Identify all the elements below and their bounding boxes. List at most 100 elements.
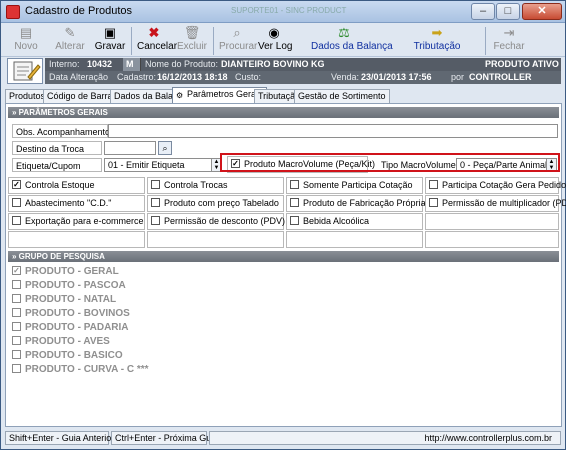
save-icon: ▣ [103,25,117,40]
nome-label: Nome do Produto: [145,59,219,69]
interno-value: 10432 [87,59,113,69]
tab-parametros-gerais[interactable]: ⚙ Parâmetros Gerais [172,87,267,103]
etiqueta-label: Etiqueta/Cupom [12,158,102,172]
product-edit-icon [7,58,43,84]
fechar-button[interactable]: ⇥ Fechar [491,25,527,55]
checkbox-icon [151,216,160,226]
minimize-button[interactable]: – [471,3,495,20]
tab-strip: Produtos Código de Barras Dados da Balan… [5,87,561,103]
checkbox-icon [12,216,21,226]
scale-icon: ⚖ [338,25,350,40]
status-prev-tab: Shift+Enter - Guia Anterior [5,431,114,445]
section-header-parametros: » PARÂMETROS GERAIS [8,107,559,118]
checkbox-icon [12,321,21,331]
checkbox-icon [12,349,21,359]
check-label: Participa Cotação Gera Pedido [442,180,566,190]
checkbox-icon [151,180,160,190]
group-item[interactable]: PRODUTO - BOVINOS [12,307,130,320]
por-label: por [451,72,465,82]
excluir-button[interactable]: 🗑 Excluir [175,25,209,55]
check-somente-participa-cotacao[interactable]: Somente Participa Cotação [286,177,423,194]
section-header-grupo-pesquisa: » GRUPO DE PESQUISA [8,251,559,262]
check-bebida-alcoolica[interactable]: Bebida Alcoólica [286,213,423,230]
check-participa-cotacao-gera-pedido[interactable]: Participa Cotação Gera Pedido [425,177,566,194]
toolbar-separator [213,27,214,55]
checkbox-icon [12,363,21,373]
m-flag: M [123,58,141,71]
tab-panel: » PARÂMETROS GERAIS Obs. Acompanhamento … [5,103,566,427]
group-item[interactable]: PRODUTO - PADARIA [12,321,129,334]
info-row-1: Interno: 10432 M Nome do Produto: DIANTE… [45,58,561,71]
check-label: Produto com preço Tabelado [164,198,279,208]
check-icon: ✓ [12,180,21,190]
group-label: PRODUTO - NATAL [25,294,117,305]
check-abastecimento-cd[interactable]: Abastecimento "C.D." [8,195,145,212]
maximize-button[interactable]: □ [496,3,520,20]
info-row-2: Data Alteração Cadastro: 16/12/2013 18:1… [45,71,561,84]
title-bar: Cadastro de Produtos SUPORTE01 - SINC PR… [1,1,565,23]
search-destino-button[interactable]: ⌕ [158,141,172,155]
check-controla-trocas[interactable]: Controla Trocas [147,177,284,194]
checkbox-icon [429,198,438,208]
ver-log-button[interactable]: ◉ Ver Log [258,25,292,55]
window-title: Cadastro de Produtos [25,5,133,17]
tributacao-button[interactable]: ➡ Tributação [413,25,461,55]
venda-value: 23/01/2013 17:56 [361,72,432,82]
toolbar: ▤ Novo ✎ Alterar ▣ Gravar ✖ Cancelar 🗑 Exclui… [1,23,565,57]
gear-icon: ⚙ [176,91,184,100]
close-button[interactable]: ✕ [522,3,562,20]
group-item[interactable]: PRODUTO - BASICO [12,349,123,362]
group-label: PRODUTO - AVES [25,336,110,347]
obs-label: Obs. Acompanhamento [12,124,110,138]
eye-icon: ◉ [268,25,280,40]
check-fabricacao-propria[interactable]: Produto de Fabricação Própria [286,195,426,212]
novo-button[interactable]: ▤ Novo [9,25,43,55]
group-label: PRODUTO - CURVA - C *** [25,364,149,375]
check-label: Somente Participa Cotação [303,180,413,190]
edit-icon: ✎ [64,25,76,40]
interno-label: Interno: [49,59,80,69]
group-item[interactable]: PRODUTO - NATAL [12,293,116,306]
new-icon: ▤ [19,25,33,40]
checkbox-icon [151,198,160,208]
empty-cell [147,231,284,248]
dados-balanca-button[interactable]: ⚖ Dados da Balança [311,25,393,55]
gravar-button[interactable]: ▣ Gravar [93,25,127,55]
checkbox-icon [12,198,21,208]
checkbox-icon [12,293,21,303]
check-exportacao-ecommerce[interactable]: Exportação para e-commerce [8,213,145,230]
cadastro-label: Cadastro: [117,72,157,82]
check-label: Permissão de multiplicador (PDV) [442,198,566,208]
app-icon [6,5,20,19]
check-permissao-multiplicador[interactable]: Permissão de multiplicador (PDV) [425,195,566,212]
cancel-icon: ✖ [148,25,160,40]
check-preco-tabelado[interactable]: Produto com preço Tabelado [147,195,284,212]
group-item[interactable]: ✓ PRODUTO - GERAL [12,265,119,278]
cancelar-button[interactable]: ✖ Cancelar [137,25,177,55]
por-value: CONTROLLER [469,72,532,82]
cadastro-value: 16/12/2013 18:18 [157,72,228,82]
check-permissao-desconto[interactable]: Permissão de desconto (PDV) [147,213,285,230]
tax-icon: ➡ [431,25,443,40]
group-label: PRODUTO - PADARIA [25,322,129,333]
search-icon: ⌕ [233,25,241,40]
destino-input[interactable] [104,141,156,155]
check-controla-estoque[interactable]: ✓ Controla Estoque [8,177,145,194]
tab-gestao-sortimento[interactable]: Gestão de Sortimento [294,89,390,103]
group-item[interactable]: PRODUTO - PASCOA [12,279,126,292]
check-label: Exportação para e-commerce [25,216,144,226]
group-item[interactable]: PRODUTO - CURVA - C *** [12,363,149,376]
checkbox-icon [290,216,299,226]
alterar-button[interactable]: ✎ Alterar [53,25,87,55]
group-label: PRODUTO - GERAL [25,266,119,277]
group-label: PRODUTO - BASICO [25,350,123,361]
check-icon: ✓ [12,265,21,275]
etiqueta-select[interactable]: 01 - Emitir Etiqueta ▲ ▼ [104,158,222,172]
group-item[interactable]: PRODUTO - AVES [12,335,110,348]
product-info-header: Interno: 10432 M Nome do Produto: DIANTE… [5,57,561,85]
window: Cadastro de Produtos SUPORTE01 - SINC PR… [0,0,566,450]
checkbox-icon [429,180,438,190]
procurar-button[interactable]: ⌕ Procurar [219,25,257,55]
obs-input[interactable] [108,124,558,138]
check-label: Controla Estoque [25,180,95,190]
